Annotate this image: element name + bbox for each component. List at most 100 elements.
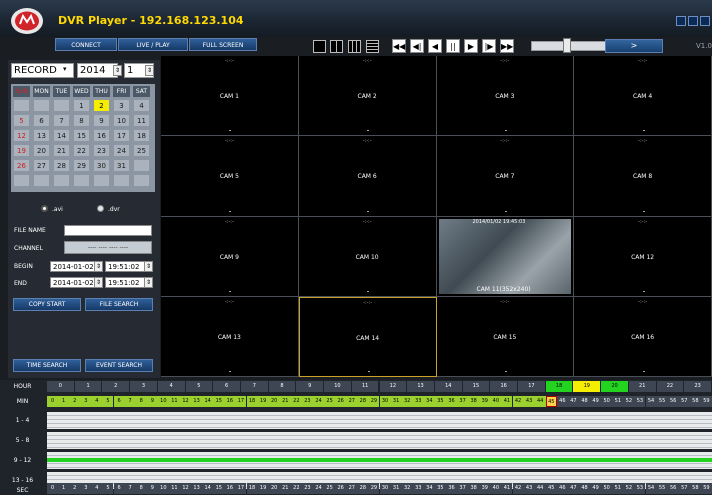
- camera-tile[interactable]: -:-:- CAM 8: [574, 136, 712, 217]
- channel-track[interactable]: [47, 432, 712, 449]
- play-icon[interactable]: ▶: [464, 39, 478, 53]
- second-cell[interactable]: 56: [667, 483, 679, 494]
- second-cell[interactable]: 16: [224, 483, 236, 494]
- calendar-day[interactable]: 13: [33, 129, 50, 142]
- hour-cell[interactable]: 0: [47, 381, 75, 392]
- minute-cell[interactable]: 42: [512, 396, 524, 407]
- minute-cell[interactable]: 59: [700, 396, 712, 407]
- minute-cell[interactable]: 10: [157, 396, 169, 407]
- minute-cell[interactable]: 12: [180, 396, 192, 407]
- minute-cell[interactable]: 41: [501, 396, 513, 407]
- step-back-icon[interactable]: ◀|: [410, 39, 424, 53]
- minute-cell[interactable]: 3: [80, 396, 92, 407]
- camera-tile[interactable]: -:-:- CAM 16: [574, 296, 712, 377]
- second-cell[interactable]: 13: [191, 483, 203, 494]
- minute-cell[interactable]: 52: [623, 396, 635, 407]
- minute-cell[interactable]: 7: [124, 396, 136, 407]
- camera-tile[interactable]: -:-:- CAM 9: [161, 216, 299, 297]
- layout-16-icon[interactable]: [366, 40, 379, 53]
- dvr-radio[interactable]: [97, 205, 104, 212]
- minute-cell[interactable]: 38: [468, 396, 480, 407]
- camera-tile[interactable]: -:-:- CAM 14: [298, 296, 437, 377]
- go-button[interactable]: >: [605, 39, 663, 53]
- minute-cell[interactable]: 16: [224, 396, 236, 407]
- minute-cell[interactable]: 51: [612, 396, 624, 407]
- hour-cell[interactable]: 22: [656, 381, 685, 392]
- calendar-day[interactable]: 15: [73, 129, 90, 142]
- second-cell[interactable]: 33: [412, 483, 424, 494]
- maximize-icon[interactable]: [688, 16, 698, 26]
- minute-cell[interactable]: 18: [246, 396, 258, 407]
- begin-date-spinner-icon[interactable]: ⇕: [94, 261, 103, 272]
- minute-cell[interactable]: 40: [490, 396, 502, 407]
- second-cell[interactable]: 20: [268, 483, 280, 494]
- second-cell[interactable]: 25: [324, 483, 336, 494]
- second-cell[interactable]: 40: [490, 483, 502, 494]
- reverse-play-icon[interactable]: ◀: [428, 39, 442, 53]
- minute-cell[interactable]: 55: [656, 396, 668, 407]
- minute-cell[interactable]: 2: [69, 396, 81, 407]
- calendar-day[interactable]: 8: [73, 114, 90, 127]
- second-cell[interactable]: 21: [279, 483, 291, 494]
- layout-9-icon[interactable]: [348, 40, 361, 53]
- second-cell[interactable]: 41: [501, 483, 513, 494]
- second-cell[interactable]: 19: [257, 483, 269, 494]
- minimize-icon[interactable]: [676, 16, 686, 26]
- hour-cell[interactable]: 3: [130, 381, 158, 392]
- calendar-day[interactable]: 3: [113, 99, 130, 112]
- hour-cell[interactable]: 18: [545, 381, 574, 392]
- camera-tile[interactable]: -:-:- CAM 15: [436, 296, 575, 377]
- minute-cell[interactable]: 34: [423, 396, 435, 407]
- minute-cell[interactable]: 30: [379, 396, 391, 407]
- camera-tile[interactable]: -:-:- CAM 6: [298, 136, 437, 217]
- live-play-button[interactable]: LIVE / PLAY: [118, 38, 188, 51]
- hour-cell[interactable]: 16: [490, 381, 519, 392]
- second-cell[interactable]: 3: [80, 483, 92, 494]
- second-cell[interactable]: 23: [301, 483, 313, 494]
- fast-rewind-icon[interactable]: ◀◀: [392, 39, 406, 53]
- channel-track[interactable]: [47, 412, 712, 429]
- pause-icon[interactable]: ||: [446, 39, 460, 53]
- calendar-day[interactable]: 7: [53, 114, 70, 127]
- calendar-day[interactable]: 12: [13, 129, 30, 142]
- hour-cell[interactable]: 2: [102, 381, 131, 392]
- camera-tile[interactable]: -:-:- CAM 1: [161, 56, 299, 137]
- second-cell[interactable]: 36: [446, 483, 458, 494]
- minute-cell[interactable]: 39: [479, 396, 491, 407]
- minute-cell[interactable]: 49: [590, 396, 602, 407]
- second-cell[interactable]: 28: [357, 483, 369, 494]
- connect-button[interactable]: CONNECT: [55, 38, 117, 51]
- second-cell[interactable]: 22: [290, 483, 302, 494]
- minute-cell[interactable]: 11: [168, 396, 180, 407]
- minute-cell[interactable]: 21: [279, 396, 291, 407]
- second-cell[interactable]: 5: [102, 483, 114, 494]
- minute-cell[interactable]: 58: [689, 396, 701, 407]
- hour-cell[interactable]: 20: [601, 381, 629, 392]
- calendar-day[interactable]: 11: [133, 114, 150, 127]
- second-cell[interactable]: 39: [479, 483, 491, 494]
- camera-tile[interactable]: -:-:- CAM 2: [298, 56, 437, 137]
- dropdown-arrow-icon[interactable]: ▾: [63, 65, 67, 73]
- event-search-button[interactable]: EVENT SEARCH: [85, 359, 153, 372]
- layout-1-icon[interactable]: [313, 40, 326, 53]
- second-cell[interactable]: 58: [689, 483, 701, 494]
- step-forward-icon[interactable]: |▶: [482, 39, 496, 53]
- end-date-input[interactable]: 2014-01-02: [50, 277, 99, 288]
- minute-cell[interactable]: 45: [545, 396, 557, 407]
- minute-cell[interactable]: 17: [235, 396, 247, 407]
- second-cell[interactable]: 15: [213, 483, 225, 494]
- hour-cell[interactable]: 9: [296, 381, 325, 392]
- second-cell[interactable]: 2: [69, 483, 81, 494]
- minute-cell[interactable]: 23: [301, 396, 313, 407]
- second-cell[interactable]: 1: [58, 483, 70, 494]
- playback-speed-slider[interactable]: [531, 41, 611, 51]
- second-cell[interactable]: 45: [545, 483, 557, 494]
- second-cell[interactable]: 34: [423, 483, 435, 494]
- second-cell[interactable]: 0: [47, 483, 59, 494]
- copy-start-button[interactable]: COPY START: [13, 298, 81, 311]
- second-cell[interactable]: 46: [556, 483, 568, 494]
- hour-cell[interactable]: 4: [157, 381, 186, 392]
- minute-cell[interactable]: 22: [290, 396, 302, 407]
- camera-tile[interactable]: -:-:- CAM 5: [161, 136, 299, 217]
- minute-cell[interactable]: 43: [523, 396, 535, 407]
